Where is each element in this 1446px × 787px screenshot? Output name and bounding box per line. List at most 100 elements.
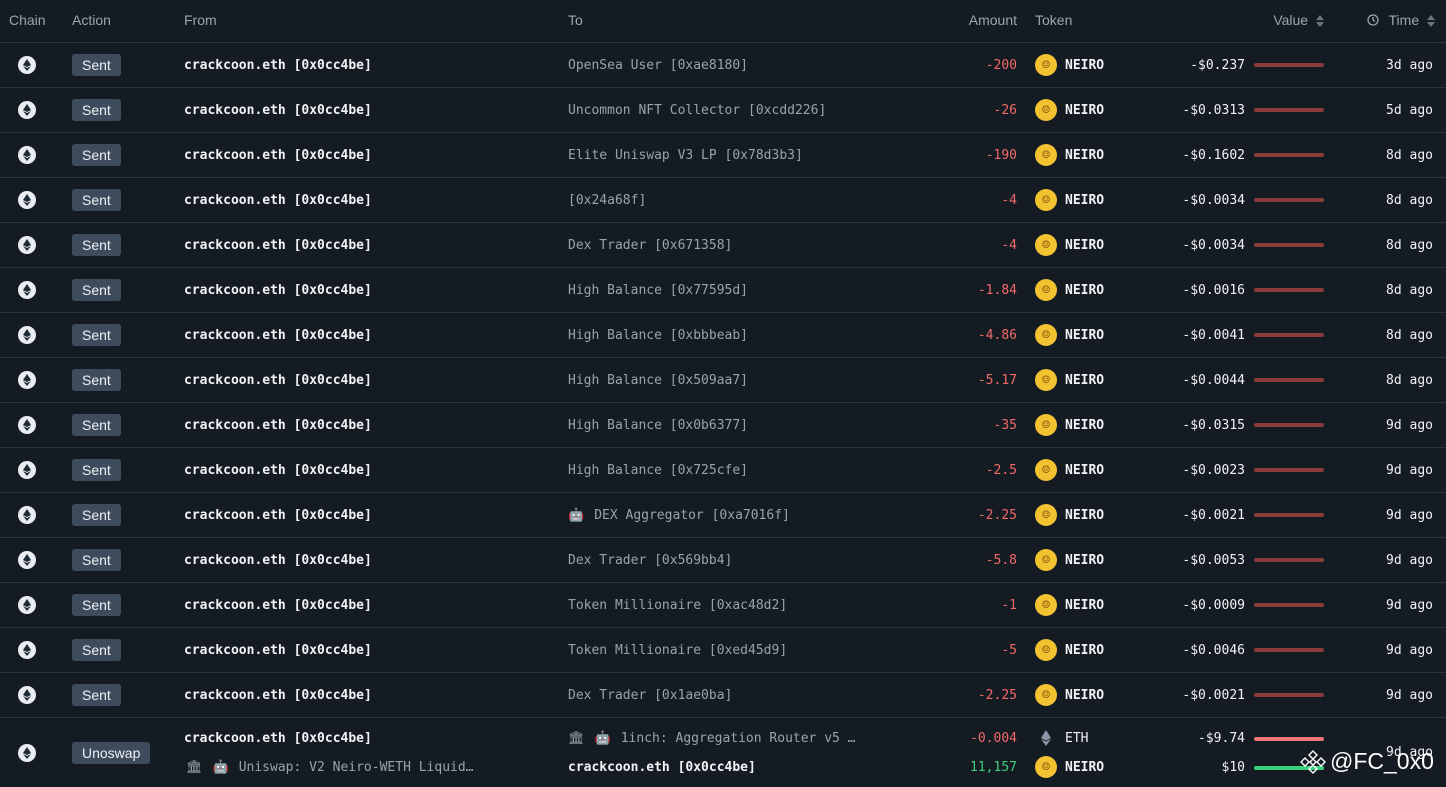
action-badge[interactable]: Sent bbox=[72, 234, 121, 256]
action-badge[interactable]: Sent bbox=[72, 549, 121, 571]
from-address[interactable]: crackcoon.eth [0x0cc4be] bbox=[184, 673, 372, 717]
token-neiro[interactable]: ☺ NEIRO bbox=[1035, 754, 1104, 780]
to-address[interactable]: 🏛 🤖 1inch: Aggregation Router v5 … bbox=[568, 718, 856, 758]
from-address[interactable]: crackcoon.eth [0x0cc4be] bbox=[184, 178, 372, 222]
token[interactable]: ☺ NEIRO bbox=[1035, 223, 1104, 267]
token[interactable]: ☺ NEIRO bbox=[1035, 673, 1104, 717]
to-address[interactable]: Uncommon NFT Collector [0xcdd226] bbox=[568, 88, 826, 132]
table-row[interactable]: Sent crackcoon.eth [0x0cc4be] High Balan… bbox=[0, 358, 1446, 403]
table-row[interactable]: Sent crackcoon.eth [0x0cc4be] High Balan… bbox=[0, 313, 1446, 358]
table-row[interactable]: Sent crackcoon.eth [0x0cc4be] Dex Trader… bbox=[0, 223, 1446, 268]
token[interactable]: ☺ NEIRO bbox=[1035, 538, 1104, 582]
table-row[interactable]: Sent crackcoon.eth [0x0cc4be] Elite Unis… bbox=[0, 133, 1446, 178]
action-badge[interactable]: Sent bbox=[72, 324, 121, 346]
token[interactable]: ☺ NEIRO bbox=[1035, 583, 1104, 627]
col-token[interactable]: Token bbox=[1035, 12, 1072, 28]
from-address[interactable]: crackcoon.eth [0x0cc4be] bbox=[184, 403, 372, 447]
token[interactable]: ☺ NEIRO bbox=[1035, 358, 1104, 402]
token-eth[interactable]: ETH bbox=[1035, 718, 1088, 758]
value: -$0.0016 bbox=[1182, 282, 1245, 298]
ethereum-icon bbox=[18, 551, 36, 569]
to-address[interactable]: High Balance [0xbbbeab] bbox=[568, 313, 748, 357]
neiro-icon: ☺ bbox=[1035, 324, 1057, 346]
table-row[interactable]: Sent crackcoon.eth [0x0cc4be] [0x24a68f]… bbox=[0, 178, 1446, 223]
col-value[interactable]: Value bbox=[1273, 12, 1308, 28]
to-address[interactable]: Token Millionaire [0xac48d2] bbox=[568, 583, 787, 627]
col-time-header[interactable]: Time bbox=[1367, 12, 1435, 28]
from-address[interactable]: crackcoon.eth [0x0cc4be] bbox=[184, 358, 372, 402]
token[interactable]: ☺ NEIRO bbox=[1035, 403, 1104, 447]
table-row[interactable]: Sent crackcoon.eth [0x0cc4be] High Balan… bbox=[0, 403, 1446, 448]
action-badge[interactable]: Sent bbox=[72, 369, 121, 391]
action-badge[interactable]: Sent bbox=[72, 459, 121, 481]
to-address[interactable]: Dex Trader [0x671358] bbox=[568, 223, 732, 267]
col-chain[interactable]: Chain bbox=[9, 12, 46, 28]
from-address[interactable]: crackcoon.eth [0x0cc4be] bbox=[184, 133, 372, 177]
table-row[interactable]: Sent crackcoon.eth [0x0cc4be] OpenSea Us… bbox=[0, 43, 1446, 88]
col-time[interactable]: Time bbox=[1389, 12, 1420, 28]
action-badge[interactable]: Sent bbox=[72, 684, 121, 706]
sort-icon[interactable] bbox=[1316, 15, 1324, 27]
action-badge[interactable]: Sent bbox=[72, 504, 121, 526]
token[interactable]: ☺ NEIRO bbox=[1035, 313, 1104, 357]
table-row-swap[interactable]: Unoswap crackcoon.eth [0x0cc4be] 🏛 🤖 Uni… bbox=[0, 718, 1446, 787]
token-label: NEIRO bbox=[1065, 642, 1105, 658]
table-row[interactable]: Sent crackcoon.eth [0x0cc4be] High Balan… bbox=[0, 268, 1446, 313]
to-address[interactable]: OpenSea User [0xae8180] bbox=[568, 43, 748, 87]
sort-icon[interactable] bbox=[1427, 15, 1435, 27]
from-address[interactable]: crackcoon.eth [0x0cc4be] bbox=[184, 88, 372, 132]
token-label: NEIRO bbox=[1065, 507, 1105, 523]
from-address[interactable]: crackcoon.eth [0x0cc4be] bbox=[184, 628, 372, 672]
to-address[interactable]: Elite Uniswap V3 LP [0x78d3b3] bbox=[568, 133, 803, 177]
table-row[interactable]: Sent crackcoon.eth [0x0cc4be] Uncommon N… bbox=[0, 88, 1446, 133]
table-row[interactable]: Sent crackcoon.eth [0x0cc4be] High Balan… bbox=[0, 448, 1446, 493]
to-address[interactable]: High Balance [0x77595d] bbox=[568, 268, 748, 312]
col-action[interactable]: Action bbox=[72, 12, 111, 28]
col-from[interactable]: From bbox=[184, 12, 217, 28]
from-address[interactable]: crackcoon.eth [0x0cc4be] bbox=[184, 583, 372, 627]
col-amount[interactable]: Amount bbox=[969, 12, 1017, 28]
from-address-2[interactable]: 🏛 🤖 Uniswap: V2 Neiro-WETH Liquid… bbox=[186, 754, 474, 780]
table-row[interactable]: Sent crackcoon.eth [0x0cc4be] Dex Trader… bbox=[0, 673, 1446, 718]
to-address[interactable]: High Balance [0x0b6377] bbox=[568, 403, 748, 447]
token[interactable]: ☺ NEIRO bbox=[1035, 43, 1104, 87]
col-value-header[interactable]: Value bbox=[1273, 12, 1324, 28]
action-badge[interactable]: Sent bbox=[72, 279, 121, 301]
action-badge[interactable]: Sent bbox=[72, 414, 121, 436]
token[interactable]: ☺ NEIRO bbox=[1035, 628, 1104, 672]
to-address[interactable]: Dex Trader [0x569bb4] bbox=[568, 538, 732, 582]
to-address[interactable]: 🤖 DEX Aggregator [0xa7016f] bbox=[568, 493, 790, 537]
from-address[interactable]: crackcoon.eth [0x0cc4be] bbox=[184, 493, 372, 537]
action-badge[interactable]: Unoswap bbox=[72, 742, 151, 764]
token[interactable]: ☺ NEIRO bbox=[1035, 493, 1104, 537]
from-address[interactable]: crackcoon.eth [0x0cc4be] bbox=[184, 43, 372, 87]
to-address[interactable]: High Balance [0x509aa7] bbox=[568, 358, 748, 402]
action-badge[interactable]: Sent bbox=[72, 144, 121, 166]
action-badge[interactable]: Sent bbox=[72, 639, 121, 661]
action-badge[interactable]: Sent bbox=[72, 189, 121, 211]
from-address[interactable]: crackcoon.eth [0x0cc4be] bbox=[184, 313, 372, 357]
table-row[interactable]: Sent crackcoon.eth [0x0cc4be] Dex Trader… bbox=[0, 538, 1446, 583]
action-badge[interactable]: Sent bbox=[72, 594, 121, 616]
token[interactable]: ☺ NEIRO bbox=[1035, 133, 1104, 177]
action-badge[interactable]: Sent bbox=[72, 54, 121, 76]
to-address[interactable]: Dex Trader [0x1ae0ba] bbox=[568, 673, 732, 717]
from-address[interactable]: crackcoon.eth [0x0cc4be] bbox=[184, 268, 372, 312]
table-row[interactable]: Sent crackcoon.eth [0x0cc4be] Token Mill… bbox=[0, 583, 1446, 628]
token[interactable]: ☺ NEIRO bbox=[1035, 268, 1104, 312]
action-badge[interactable]: Sent bbox=[72, 99, 121, 121]
from-address[interactable]: crackcoon.eth [0x0cc4be] bbox=[184, 223, 372, 267]
to-address-2[interactable]: crackcoon.eth [0x0cc4be] bbox=[568, 754, 756, 780]
token[interactable]: ☺ NEIRO bbox=[1035, 88, 1104, 132]
from-address[interactable]: crackcoon.eth [0x0cc4be] bbox=[184, 448, 372, 492]
from-address[interactable]: crackcoon.eth [0x0cc4be] bbox=[184, 718, 372, 758]
table-row[interactable]: Sent crackcoon.eth [0x0cc4be] 🤖 DEX Aggr… bbox=[0, 493, 1446, 538]
col-to[interactable]: To bbox=[568, 12, 583, 28]
to-address[interactable]: [0x24a68f] bbox=[568, 178, 646, 222]
token[interactable]: ☺ NEIRO bbox=[1035, 448, 1104, 492]
to-address[interactable]: Token Millionaire [0xed45d9] bbox=[568, 628, 787, 672]
table-row[interactable]: Sent crackcoon.eth [0x0cc4be] Token Mill… bbox=[0, 628, 1446, 673]
from-address[interactable]: crackcoon.eth [0x0cc4be] bbox=[184, 538, 372, 582]
token[interactable]: ☺ NEIRO bbox=[1035, 178, 1104, 222]
to-address[interactable]: High Balance [0x725cfe] bbox=[568, 448, 748, 492]
